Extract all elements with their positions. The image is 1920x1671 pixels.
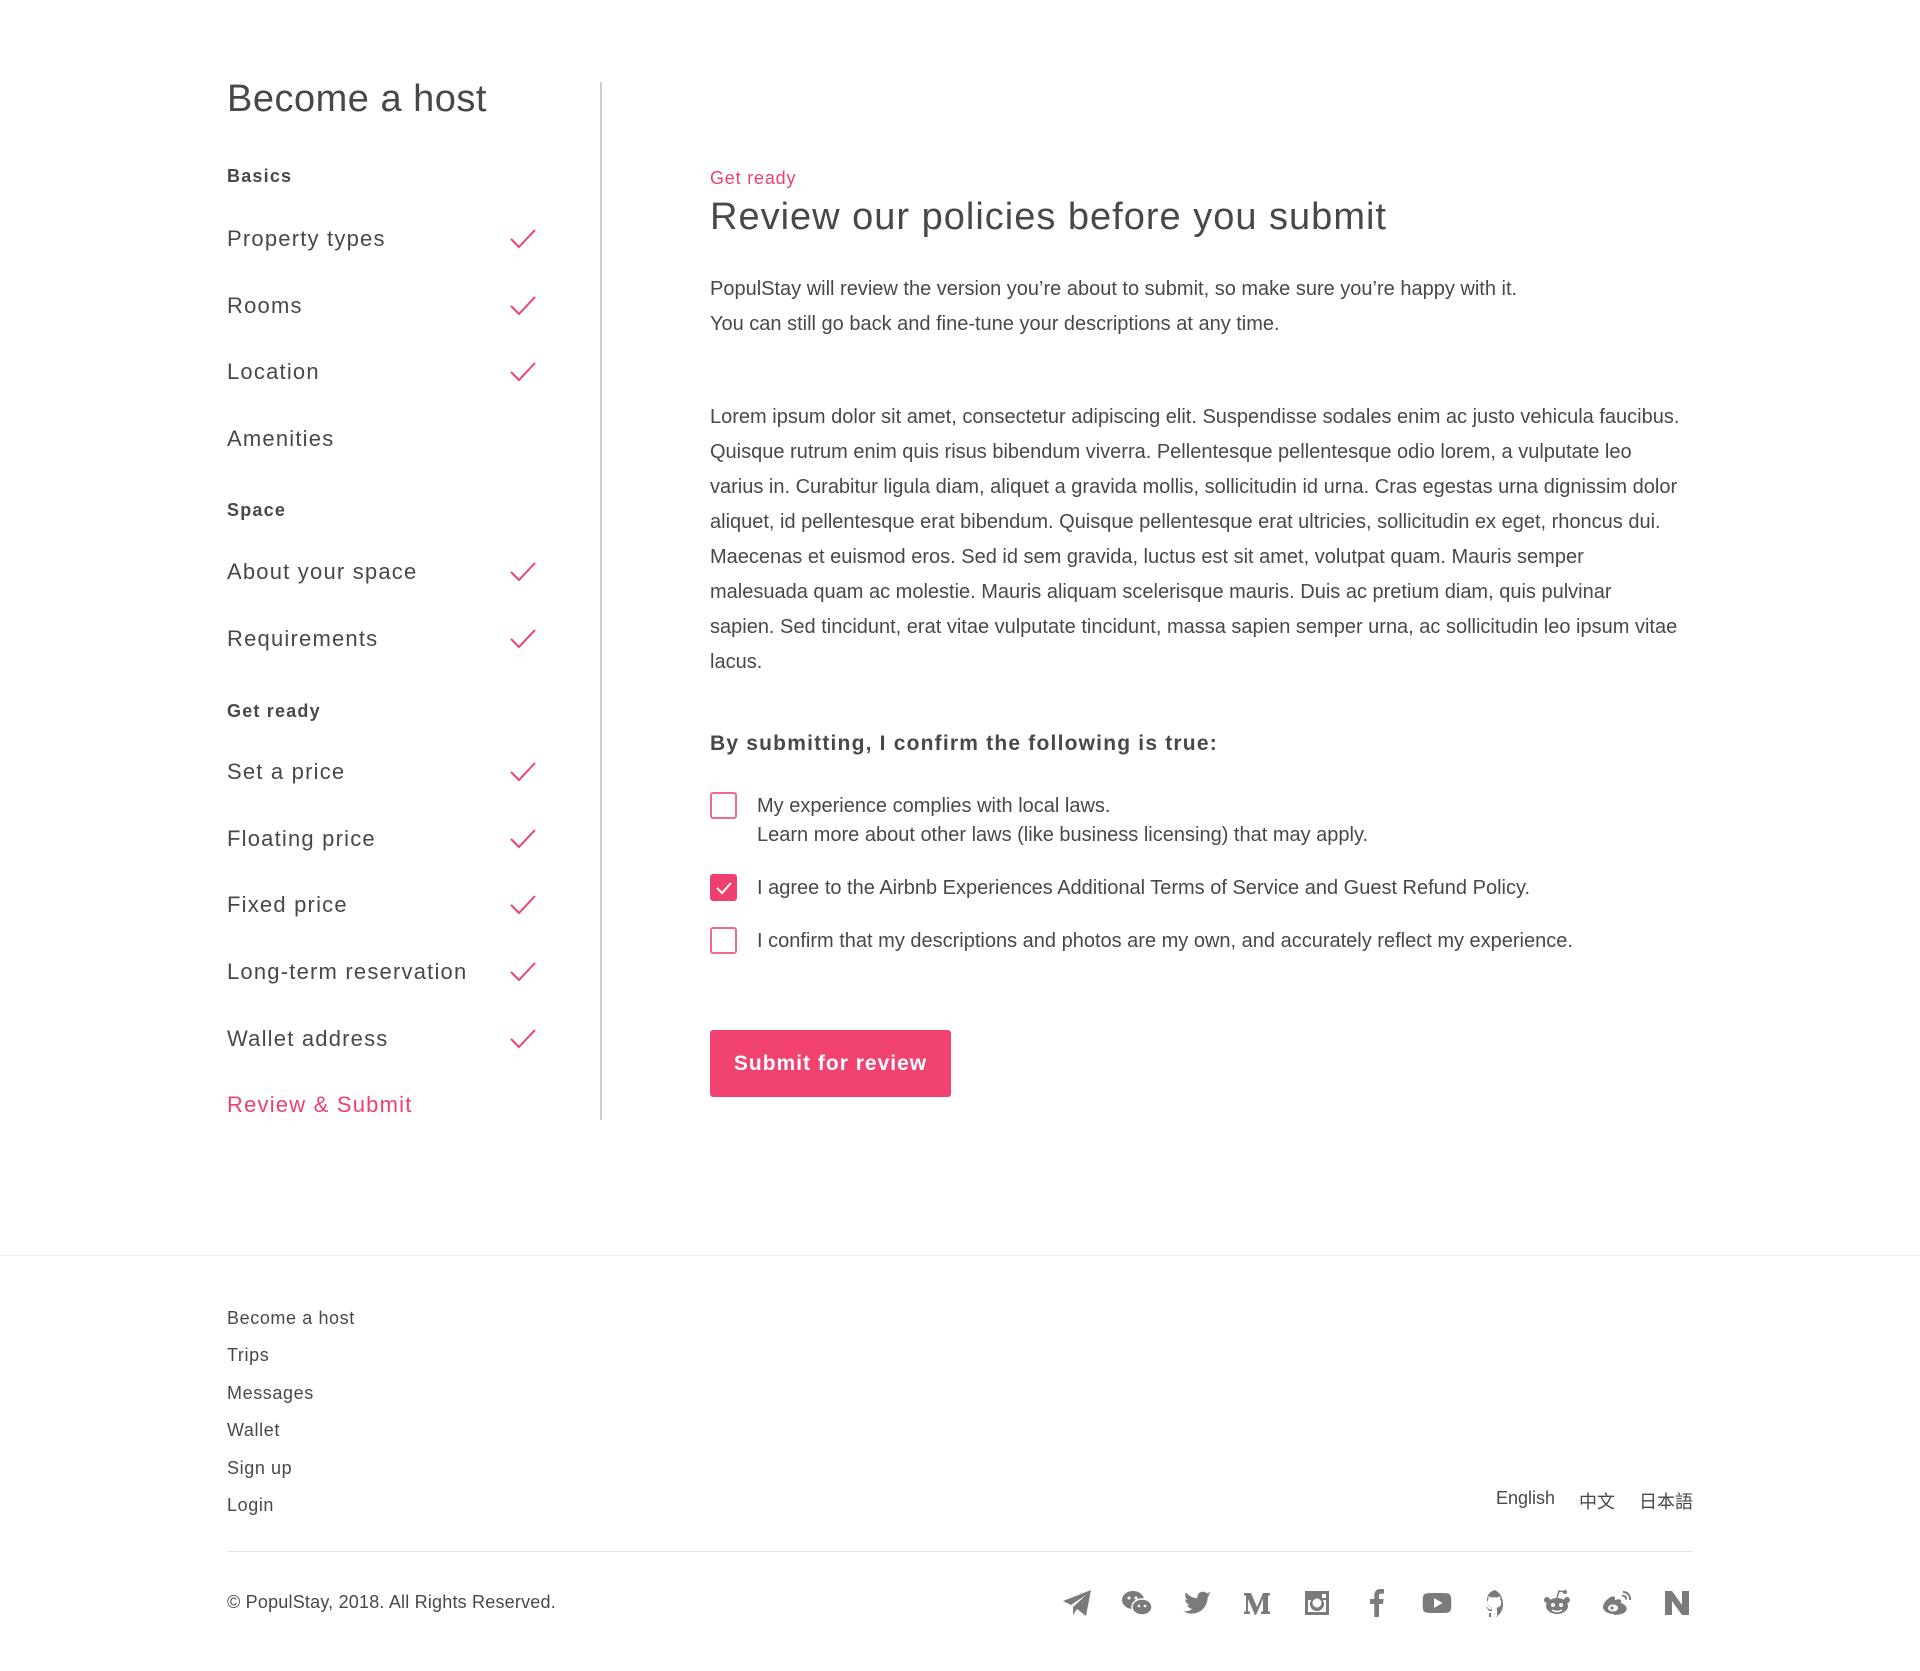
social-links: [1061, 1587, 1693, 1619]
sidebar-title: Become a host: [227, 78, 487, 120]
nav-item-review-submit[interactable]: Review & Submit: [227, 1089, 537, 1121]
checkmark-icon: [510, 296, 536, 316]
n-icon[interactable]: [1661, 1587, 1693, 1619]
telegram-icon[interactable]: [1061, 1587, 1093, 1619]
intro-line-1: PopulStay will review the version you’re…: [710, 278, 1518, 300]
nav-section-get-ready: Get ready: [227, 701, 321, 721]
nav-item-long-term-reservation[interactable]: Long-term reservation: [227, 956, 537, 988]
checkmark-icon: [510, 229, 536, 249]
checkmark-icon: [510, 629, 536, 649]
nav-item-wallet-address[interactable]: Wallet address: [227, 1023, 537, 1055]
language-japanese[interactable]: 日本語: [1639, 1488, 1693, 1514]
confirm-line-1: My experience complies with local laws.: [757, 795, 1111, 817]
nav-item-label: Property types: [227, 226, 386, 251]
footer-links: Become a host Trips Messages Wallet Sign…: [227, 1300, 355, 1524]
nav-item-label: Set a price: [227, 759, 346, 784]
footer-link-wallet[interactable]: Wallet: [227, 1412, 355, 1449]
policy-text: Lorem ipsum dolor sit amet, consectetur …: [710, 406, 1680, 673]
nav-item-label: About your space: [227, 559, 418, 584]
footer-link-sign-up[interactable]: Sign up: [227, 1450, 355, 1487]
checkbox-local-laws[interactable]: [710, 792, 737, 819]
github-icon[interactable]: [1481, 1587, 1513, 1619]
nav-item-amenities[interactable]: Amenities: [227, 423, 537, 455]
youtube-icon[interactable]: [1421, 1587, 1453, 1619]
nav-item-rooms[interactable]: Rooms: [227, 290, 537, 322]
main-content: Get ready Review our policies before you…: [710, 166, 1680, 1097]
confirm-item-terms: I agree to the Airbnb Experiences Additi…: [710, 874, 1680, 903]
copyright-text: © PopulStay, 2018. All Rights Reserved.: [227, 1592, 556, 1612]
nav-item-fixed-price[interactable]: Fixed price: [227, 889, 537, 921]
confirm-item-local-laws: My experience complies with local laws. …: [710, 792, 1680, 850]
nav-item-label: Rooms: [227, 293, 303, 318]
nav-item-label: Amenities: [227, 426, 335, 451]
intro-line-2: You can still go back and fine-tune your…: [710, 313, 1280, 335]
language-english[interactable]: English: [1496, 1488, 1555, 1514]
instagram-icon[interactable]: [1301, 1587, 1333, 1619]
checkmark-icon: [510, 829, 536, 849]
medium-icon[interactable]: [1241, 1587, 1273, 1619]
confirm-item-text: I agree to the Airbnb Experiences Additi…: [757, 877, 1531, 899]
footer-link-messages[interactable]: Messages: [227, 1375, 355, 1412]
language-chinese[interactable]: 中文: [1579, 1488, 1615, 1514]
checkmark-icon: [510, 962, 536, 982]
footer-link-become-a-host[interactable]: Become a host: [227, 1300, 355, 1337]
checkmark-icon: [510, 895, 536, 915]
checkmark-icon: [715, 881, 732, 894]
confirm-line-2: Learn more about other laws (like busine…: [757, 824, 1369, 846]
checkmark-icon: [510, 362, 536, 382]
nav-item-about-your-space[interactable]: About your space: [227, 556, 537, 588]
checkmark-icon: [510, 1029, 536, 1049]
facebook-icon[interactable]: [1361, 1587, 1393, 1619]
nav-item-floating-price[interactable]: Floating price: [227, 823, 537, 855]
checkbox-own-content[interactable]: [710, 927, 737, 954]
nav-item-label: Requirements: [227, 626, 379, 651]
nav-section-space: Space: [227, 500, 287, 520]
sidebar: Become a host Basics Property types Room…: [227, 78, 536, 1117]
nav-item-property-types[interactable]: Property types: [227, 223, 537, 255]
reddit-icon[interactable]: [1541, 1587, 1573, 1619]
nav-item-label: Fixed price: [227, 892, 348, 917]
confirm-item-text: I confirm that my descriptions and photo…: [757, 930, 1573, 952]
checkmark-icon: [510, 762, 536, 782]
step-eyebrow: Get ready: [710, 168, 797, 188]
confirm-item-text: My experience complies with local laws. …: [757, 792, 1368, 850]
submit-for-review-button[interactable]: Submit for review: [710, 1030, 951, 1097]
twitter-icon[interactable]: [1181, 1587, 1213, 1619]
nav-item-location[interactable]: Location: [227, 356, 537, 388]
nav-item-label: Review & Submit: [227, 1092, 413, 1117]
nav-item-set-a-price[interactable]: Set a price: [227, 756, 537, 788]
confirm-heading: By submitting, I confirm the following i…: [710, 732, 1218, 755]
footer-border: [0, 1255, 1920, 1256]
checkbox-terms[interactable]: [710, 874, 737, 901]
confirm-checklist: My experience complies with local laws. …: [710, 792, 1680, 956]
footer-link-trips[interactable]: Trips: [227, 1337, 355, 1374]
language-switcher: English 中文 日本語: [1496, 1488, 1693, 1514]
weibo-icon[interactable]: [1601, 1587, 1633, 1619]
footer-divider: [227, 1551, 1693, 1552]
page-title: Review our policies before you submit: [710, 196, 1387, 238]
nav-item-label: Wallet address: [227, 1026, 389, 1051]
sidebar-divider: [600, 82, 602, 1120]
confirm-item-own-content: I confirm that my descriptions and photo…: [710, 927, 1680, 956]
nav-item-label: Location: [227, 359, 320, 384]
nav-section-basics: Basics: [227, 166, 293, 186]
intro-text: PopulStay will review the version you’re…: [710, 272, 1680, 342]
wechat-icon[interactable]: [1121, 1587, 1153, 1619]
footer-link-login[interactable]: Login: [227, 1487, 355, 1524]
nav-item-label: Floating price: [227, 826, 376, 851]
nav-item-requirements[interactable]: Requirements: [227, 623, 537, 655]
checkmark-icon: [510, 562, 536, 582]
nav-item-label: Long-term reservation: [227, 959, 468, 984]
